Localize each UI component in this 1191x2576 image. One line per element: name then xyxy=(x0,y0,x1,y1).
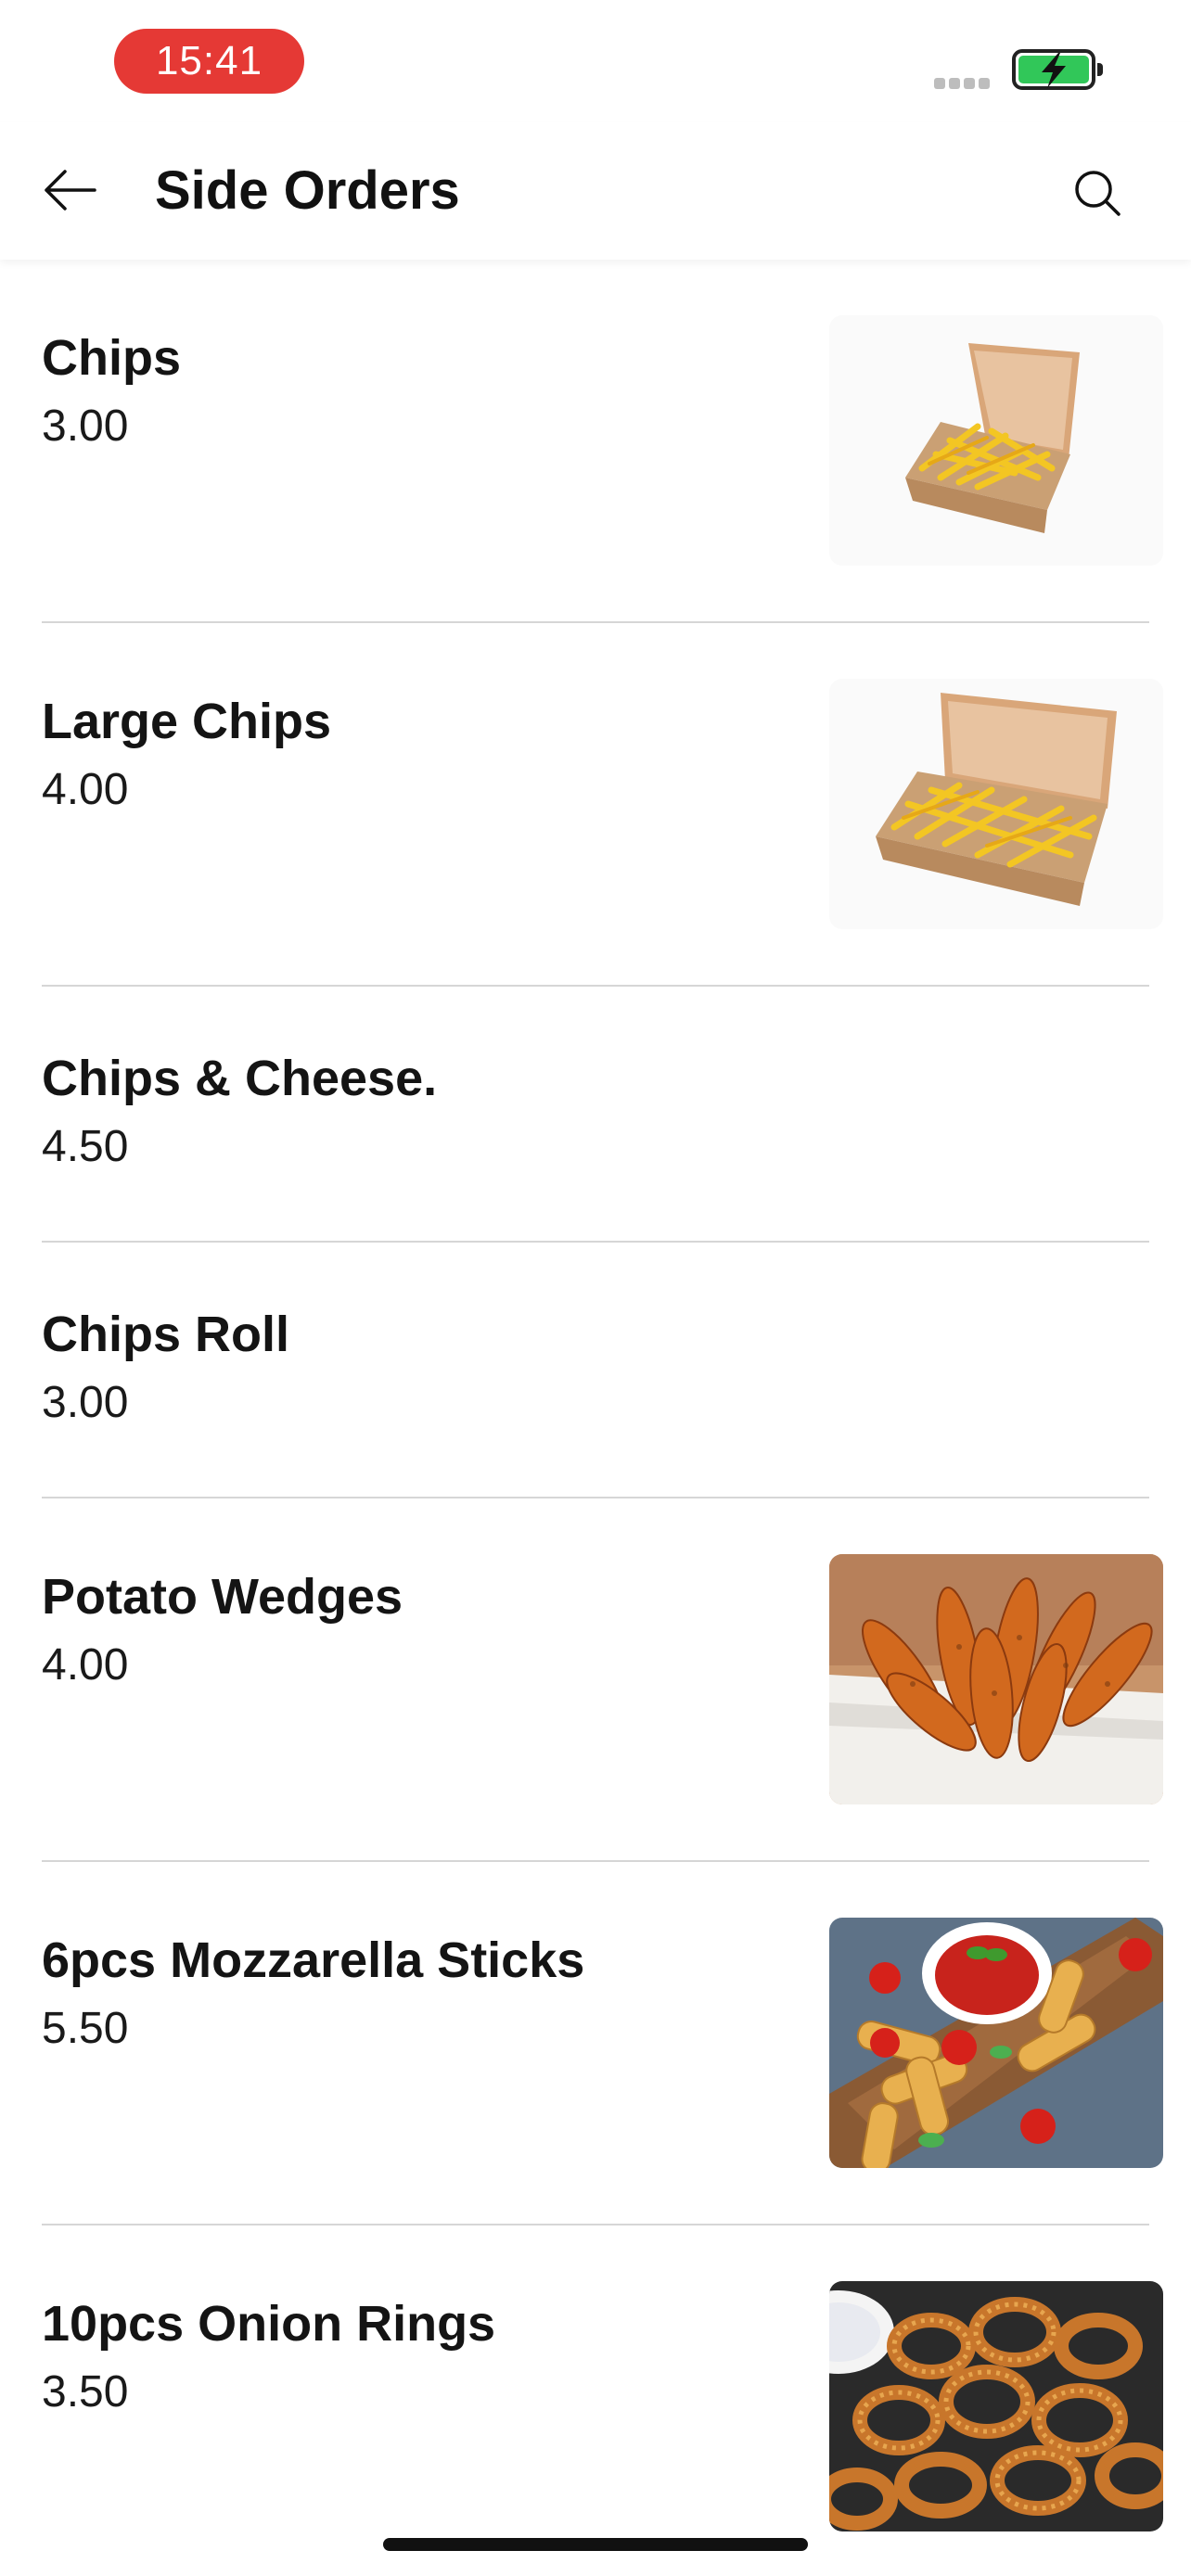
menu-item[interactable]: Chips 3.00 xyxy=(0,260,1191,623)
item-name: Potato Wedges xyxy=(42,1569,403,1625)
search-icon xyxy=(1075,171,1121,216)
item-price: 4.50 xyxy=(42,1122,129,1171)
potato-wedges-image xyxy=(829,1554,1163,1804)
status-bar: 15:41 xyxy=(0,0,1191,122)
item-price: 3.00 xyxy=(42,402,129,451)
battery-icon xyxy=(1012,49,1103,90)
item-name: Large Chips xyxy=(42,694,332,749)
item-name: 10pcs Onion Rings xyxy=(42,2296,496,2352)
item-price: 4.00 xyxy=(42,765,129,814)
signal-icon xyxy=(934,77,993,94)
item-price: 3.50 xyxy=(42,2367,129,2417)
search-button[interactable] xyxy=(1067,162,1128,223)
item-name: 6pcs Mozzarella Sticks xyxy=(42,1932,585,1988)
menu-item[interactable]: Chips & Cheese. 4.50 xyxy=(0,987,1191,1243)
item-price: 3.00 xyxy=(42,1378,129,1427)
menu-item[interactable]: Chips Roll 3.00 xyxy=(0,1243,1191,1498)
menu-item[interactable]: 6pcs Mozzarella Sticks 5.50 xyxy=(0,1862,1191,2225)
item-price: 4.00 xyxy=(42,1640,129,1690)
home-indicator[interactable] xyxy=(383,2538,808,2551)
onion-rings-image xyxy=(829,2281,1163,2531)
status-time: 15:41 xyxy=(114,29,304,94)
arrow-left-icon xyxy=(45,170,96,210)
mozzarella-sticks-image xyxy=(829,1918,1163,2168)
page-title: Side Orders xyxy=(155,160,460,221)
menu-item[interactable]: 10pcs Onion Rings 3.50 xyxy=(0,2225,1191,2576)
back-button[interactable] xyxy=(37,162,102,218)
app-bar: Side Orders xyxy=(0,122,1191,260)
menu-list: Chips 3.00 Large Chips 4.00 Chips & Chee… xyxy=(0,260,1191,2576)
item-name: Chips xyxy=(42,330,182,386)
menu-item[interactable]: Potato Wedges 4.00 xyxy=(0,1498,1191,1862)
item-name: Chips Roll xyxy=(42,1307,289,1362)
large-chips-box-image xyxy=(829,679,1163,929)
chips-box-image xyxy=(829,315,1163,566)
item-name: Chips & Cheese. xyxy=(42,1051,438,1106)
menu-item[interactable]: Large Chips 4.00 xyxy=(0,623,1191,987)
item-price: 5.50 xyxy=(42,2004,129,2053)
